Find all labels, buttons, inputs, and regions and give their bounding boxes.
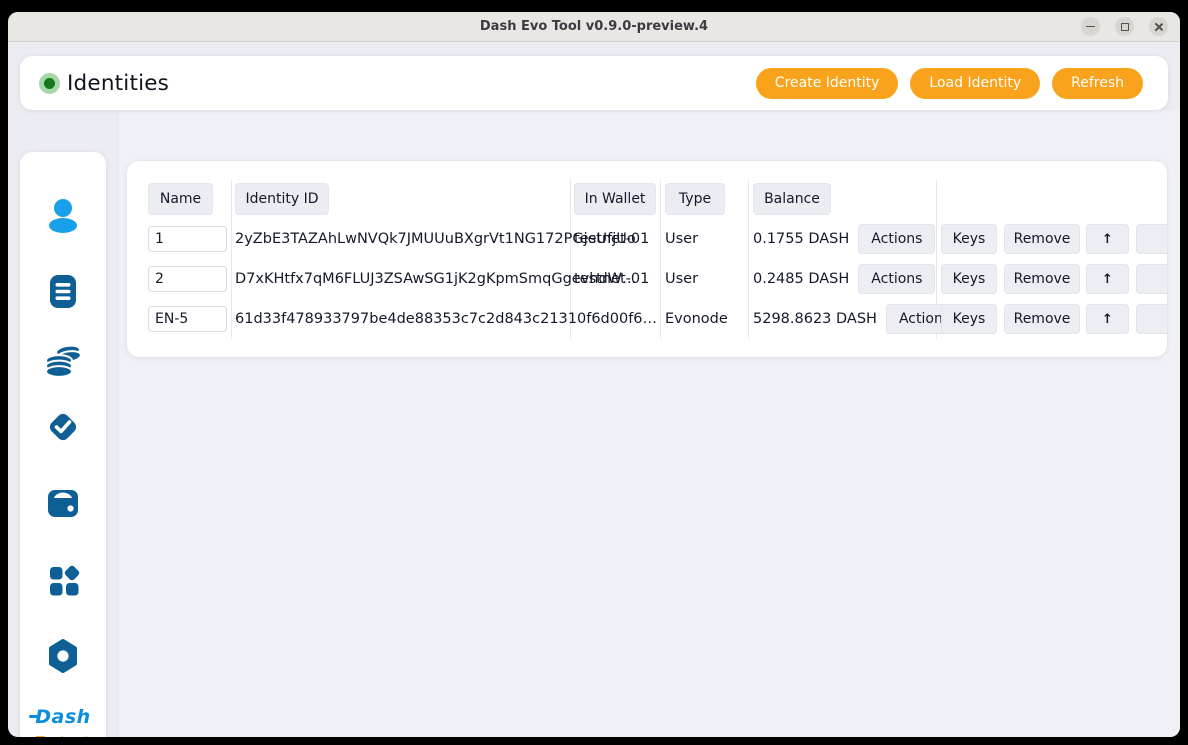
identity-person-icon (49, 199, 77, 233)
balance-value: 5298.8623 DASH (753, 311, 877, 327)
dash-logo-bar (29, 715, 39, 718)
network-label: Testnet (20, 735, 106, 737)
maximize-button[interactable] (1115, 17, 1134, 36)
keys-button[interactable]: Keys (941, 224, 997, 254)
in-wallet-cell: testnet-01 (574, 271, 650, 287)
name-input[interactable] (148, 266, 227, 292)
move-up-button[interactable]: ↑ (1086, 264, 1129, 294)
header-balance[interactable]: Balance (753, 183, 831, 215)
type-cell: User (665, 271, 699, 287)
sidebar-item-identities[interactable] (41, 194, 85, 238)
maximize-icon (1120, 22, 1129, 31)
page-title: Identities (67, 70, 170, 96)
header-buttons: Create Identity Load Identity Refresh (755, 67, 1143, 99)
name-input[interactable] (148, 226, 227, 252)
content-area: Identities Create Identity Load Identity… (8, 42, 1180, 737)
name-input[interactable] (148, 306, 227, 332)
move-up-button[interactable]: ↑ (1086, 224, 1129, 254)
actions-button[interactable]: Actions (858, 224, 936, 254)
keys-button[interactable]: Keys (941, 264, 997, 294)
extra-action-button[interactable] (1136, 304, 1167, 334)
sidebar-item-tokens[interactable] (41, 338, 85, 382)
window-controls (1081, 17, 1168, 36)
header-type[interactable]: Type (665, 183, 725, 215)
balance-cell: 5298.8623 DASH Actions (753, 303, 964, 335)
sidebar: Dash Testnet (20, 152, 106, 737)
sidebar-item-proofs[interactable] (41, 405, 85, 449)
network-status-icon (39, 72, 60, 94)
tools-nut-icon (49, 639, 77, 673)
header-name[interactable]: Name (148, 183, 213, 215)
create-identity-button[interactable]: Create Identity (755, 67, 899, 99)
minimize-button[interactable] (1081, 17, 1100, 36)
remove-button[interactable]: Remove (1004, 304, 1080, 334)
identity-id-cell: 61d33f478933797be4de88353c7c2d843c21310f… (235, 311, 658, 327)
dash-logo[interactable]: Dash (20, 706, 106, 728)
window-title: Dash Evo Tool v0.9.0-preview.4 (479, 19, 709, 34)
header-identity-id[interactable]: Identity ID (235, 183, 329, 215)
sidebar-item-apps[interactable] (41, 558, 85, 602)
title-bar: Dash Evo Tool v0.9.0-preview.4 (8, 12, 1180, 42)
balance-cell: 0.2485 DASH Actions (753, 263, 936, 295)
sidebar-item-tools[interactable] (41, 633, 85, 677)
type-cell: User (665, 231, 699, 247)
app-window: Dash Evo Tool v0.9.0-preview.4 Identitie… (8, 12, 1180, 737)
balance-cell: 0.1755 DASH Actions (753, 223, 936, 255)
contracts-document-icon (50, 275, 76, 308)
identities-table-panel: Name Identity ID In Wallet Type Balance … (127, 161, 1167, 357)
tokens-coins-icon (45, 344, 82, 378)
identity-id-cell: 2yZbE3TAZAhLwNVQk7JMUUuBXgrVt1NG172PGjeU… (235, 231, 636, 247)
balance-value: 0.2485 DASH (753, 271, 850, 287)
dash-logo-text: Dash (35, 706, 91, 728)
sidebar-item-wallet[interactable] (41, 481, 85, 525)
load-identity-button[interactable]: Load Identity (910, 67, 1041, 99)
header-in-wallet[interactable]: In Wallet (574, 183, 656, 215)
keys-button[interactable]: Keys (941, 304, 997, 334)
table-row: 61d33f478933797be4de88353c7c2d843c21310f… (127, 303, 1167, 335)
apps-grid-icon (50, 565, 80, 596)
extra-action-button[interactable] (1136, 224, 1167, 254)
close-icon (1154, 22, 1164, 32)
table-row: D7xKHtfx7qM6FLUJ3ZSAwSG1jK2gKpmSmqGgevhd… (127, 263, 1167, 295)
refresh-button[interactable]: Refresh (1052, 67, 1143, 99)
move-up-button[interactable]: ↑ (1086, 304, 1129, 334)
extra-action-button[interactable] (1136, 264, 1167, 294)
balance-value: 0.1755 DASH (753, 231, 850, 247)
actions-button[interactable]: Actions (858, 264, 936, 294)
minimize-icon (1086, 25, 1095, 28)
identity-id-cell: D7xKHtfx7qM6FLUJ3ZSAwSG1jK2gKpmSmqGgevhd… (235, 271, 637, 287)
remove-button[interactable]: Remove (1004, 224, 1080, 254)
proof-check-icon (49, 413, 77, 441)
remove-button[interactable]: Remove (1004, 264, 1080, 294)
close-button[interactable] (1149, 17, 1168, 36)
in-wallet-cell: testnet-01 (574, 231, 650, 247)
wallet-icon (48, 490, 78, 517)
type-cell: Evonode (665, 311, 728, 327)
table-row: 2yZbE3TAZAhLwNVQk7JMUUuBXgrVt1NG172PGjeU… (127, 223, 1167, 255)
sidebar-item-contracts[interactable] (41, 270, 85, 314)
header-panel: Identities Create Identity Load Identity… (20, 56, 1168, 110)
